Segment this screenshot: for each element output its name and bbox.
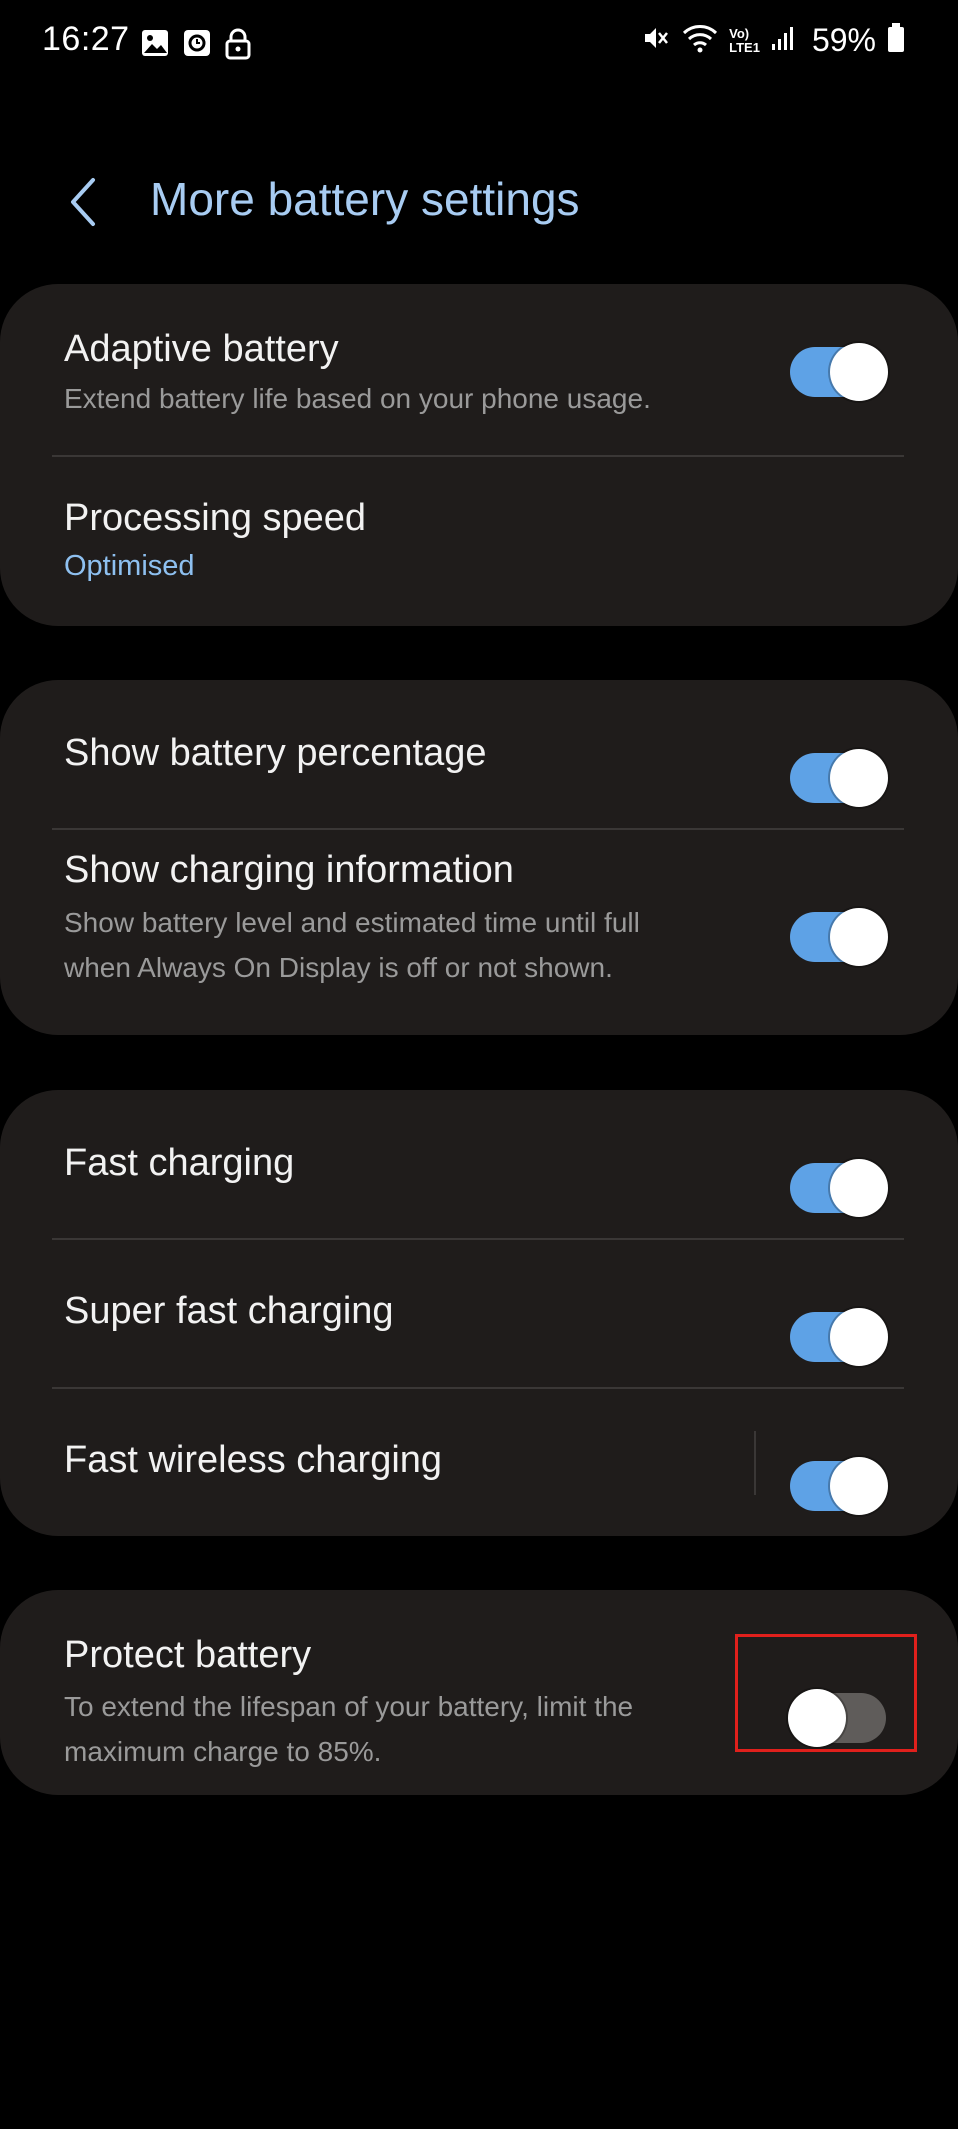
adaptive-battery-row[interactable]: Adaptive battery Extend battery life bas… xyxy=(0,284,958,454)
settings-card-adaptive: Adaptive battery Extend battery life bas… xyxy=(0,284,958,626)
fast-wireless-charging-row[interactable]: Fast wireless charging xyxy=(0,1389,958,1536)
status-right-icons: Vo) LTE1 59% xyxy=(641,22,906,59)
wifi-icon xyxy=(681,22,719,59)
show-battery-percentage-toggle[interactable] xyxy=(790,749,888,807)
gallery-icon xyxy=(140,28,170,65)
protect-battery-title: Protect battery xyxy=(64,1634,312,1676)
adaptive-battery-subtitle: Extend battery life based on your phone … xyxy=(64,383,651,414)
status-bar: 16:27 Vo) LTE1 59% xyxy=(0,0,958,88)
volte-label: Vo) xyxy=(729,25,750,41)
show-battery-percentage-row[interactable]: Show battery percentage xyxy=(0,680,958,828)
back-button[interactable] xyxy=(58,174,108,230)
show-charging-information-subtitle-line2: when Always On Display is off or not sho… xyxy=(64,952,613,983)
status-time: 16:27 xyxy=(42,20,130,58)
toggle-knob xyxy=(830,1159,888,1217)
status-left-icons xyxy=(140,28,252,65)
protect-battery-subtitle-line1: To extend the lifespan of your battery, … xyxy=(64,1691,634,1722)
show-battery-percentage-title: Show battery percentage xyxy=(64,732,487,774)
show-charging-information-row[interactable]: Show charging information Show battery l… xyxy=(0,830,958,1035)
lte-label: LTE1 xyxy=(729,39,760,55)
adaptive-battery-toggle[interactable] xyxy=(790,343,888,401)
adaptive-battery-title: Adaptive battery xyxy=(64,328,339,370)
super-fast-charging-toggle[interactable] xyxy=(790,1308,888,1366)
show-charging-information-title: Show charging information xyxy=(64,849,514,891)
fast-wireless-charging-toggle[interactable] xyxy=(790,1457,888,1515)
protect-battery-subtitle-line2: maximum charge to 85%. xyxy=(64,1736,382,1767)
highlight-box xyxy=(735,1634,917,1752)
clock-app-icon xyxy=(182,28,212,65)
battery-icon xyxy=(886,22,906,59)
page-header: More battery settings xyxy=(0,160,958,240)
processing-speed-title: Processing speed xyxy=(64,497,367,539)
signal-icon xyxy=(770,24,796,57)
super-fast-charging-row[interactable]: Super fast charging xyxy=(0,1240,958,1387)
volte-lte-icon: Vo) LTE1 xyxy=(729,25,760,55)
toggle-knob xyxy=(830,1308,888,1366)
vertical-divider xyxy=(754,1431,756,1495)
lock-icon xyxy=(224,28,252,65)
mute-vibrate-icon xyxy=(641,23,671,58)
battery-percent: 59% xyxy=(811,22,876,58)
chevron-left-icon xyxy=(71,178,95,226)
settings-card-charging: Fast charging Super fast charging Fast w… xyxy=(0,1090,958,1536)
settings-card-display: Show battery percentage Show charging in… xyxy=(0,680,958,1035)
toggle-knob xyxy=(830,343,888,401)
fast-wireless-charging-title: Fast wireless charging xyxy=(64,1439,443,1481)
fast-charging-toggle[interactable] xyxy=(790,1159,888,1217)
fast-charging-row[interactable]: Fast charging xyxy=(0,1090,958,1238)
toggle-knob xyxy=(830,749,888,807)
show-charging-information-subtitle-line1: Show battery level and estimated time un… xyxy=(64,907,640,938)
processing-speed-row[interactable]: Processing speed Optimised xyxy=(0,457,958,626)
page-title: More battery settings xyxy=(150,173,580,225)
show-charging-information-toggle[interactable] xyxy=(790,908,888,966)
toggle-knob xyxy=(830,1457,888,1515)
toggle-knob xyxy=(830,908,888,966)
processing-speed-value: Optimised xyxy=(64,550,195,582)
super-fast-charging-title: Super fast charging xyxy=(64,1290,394,1332)
fast-charging-title: Fast charging xyxy=(64,1142,295,1184)
